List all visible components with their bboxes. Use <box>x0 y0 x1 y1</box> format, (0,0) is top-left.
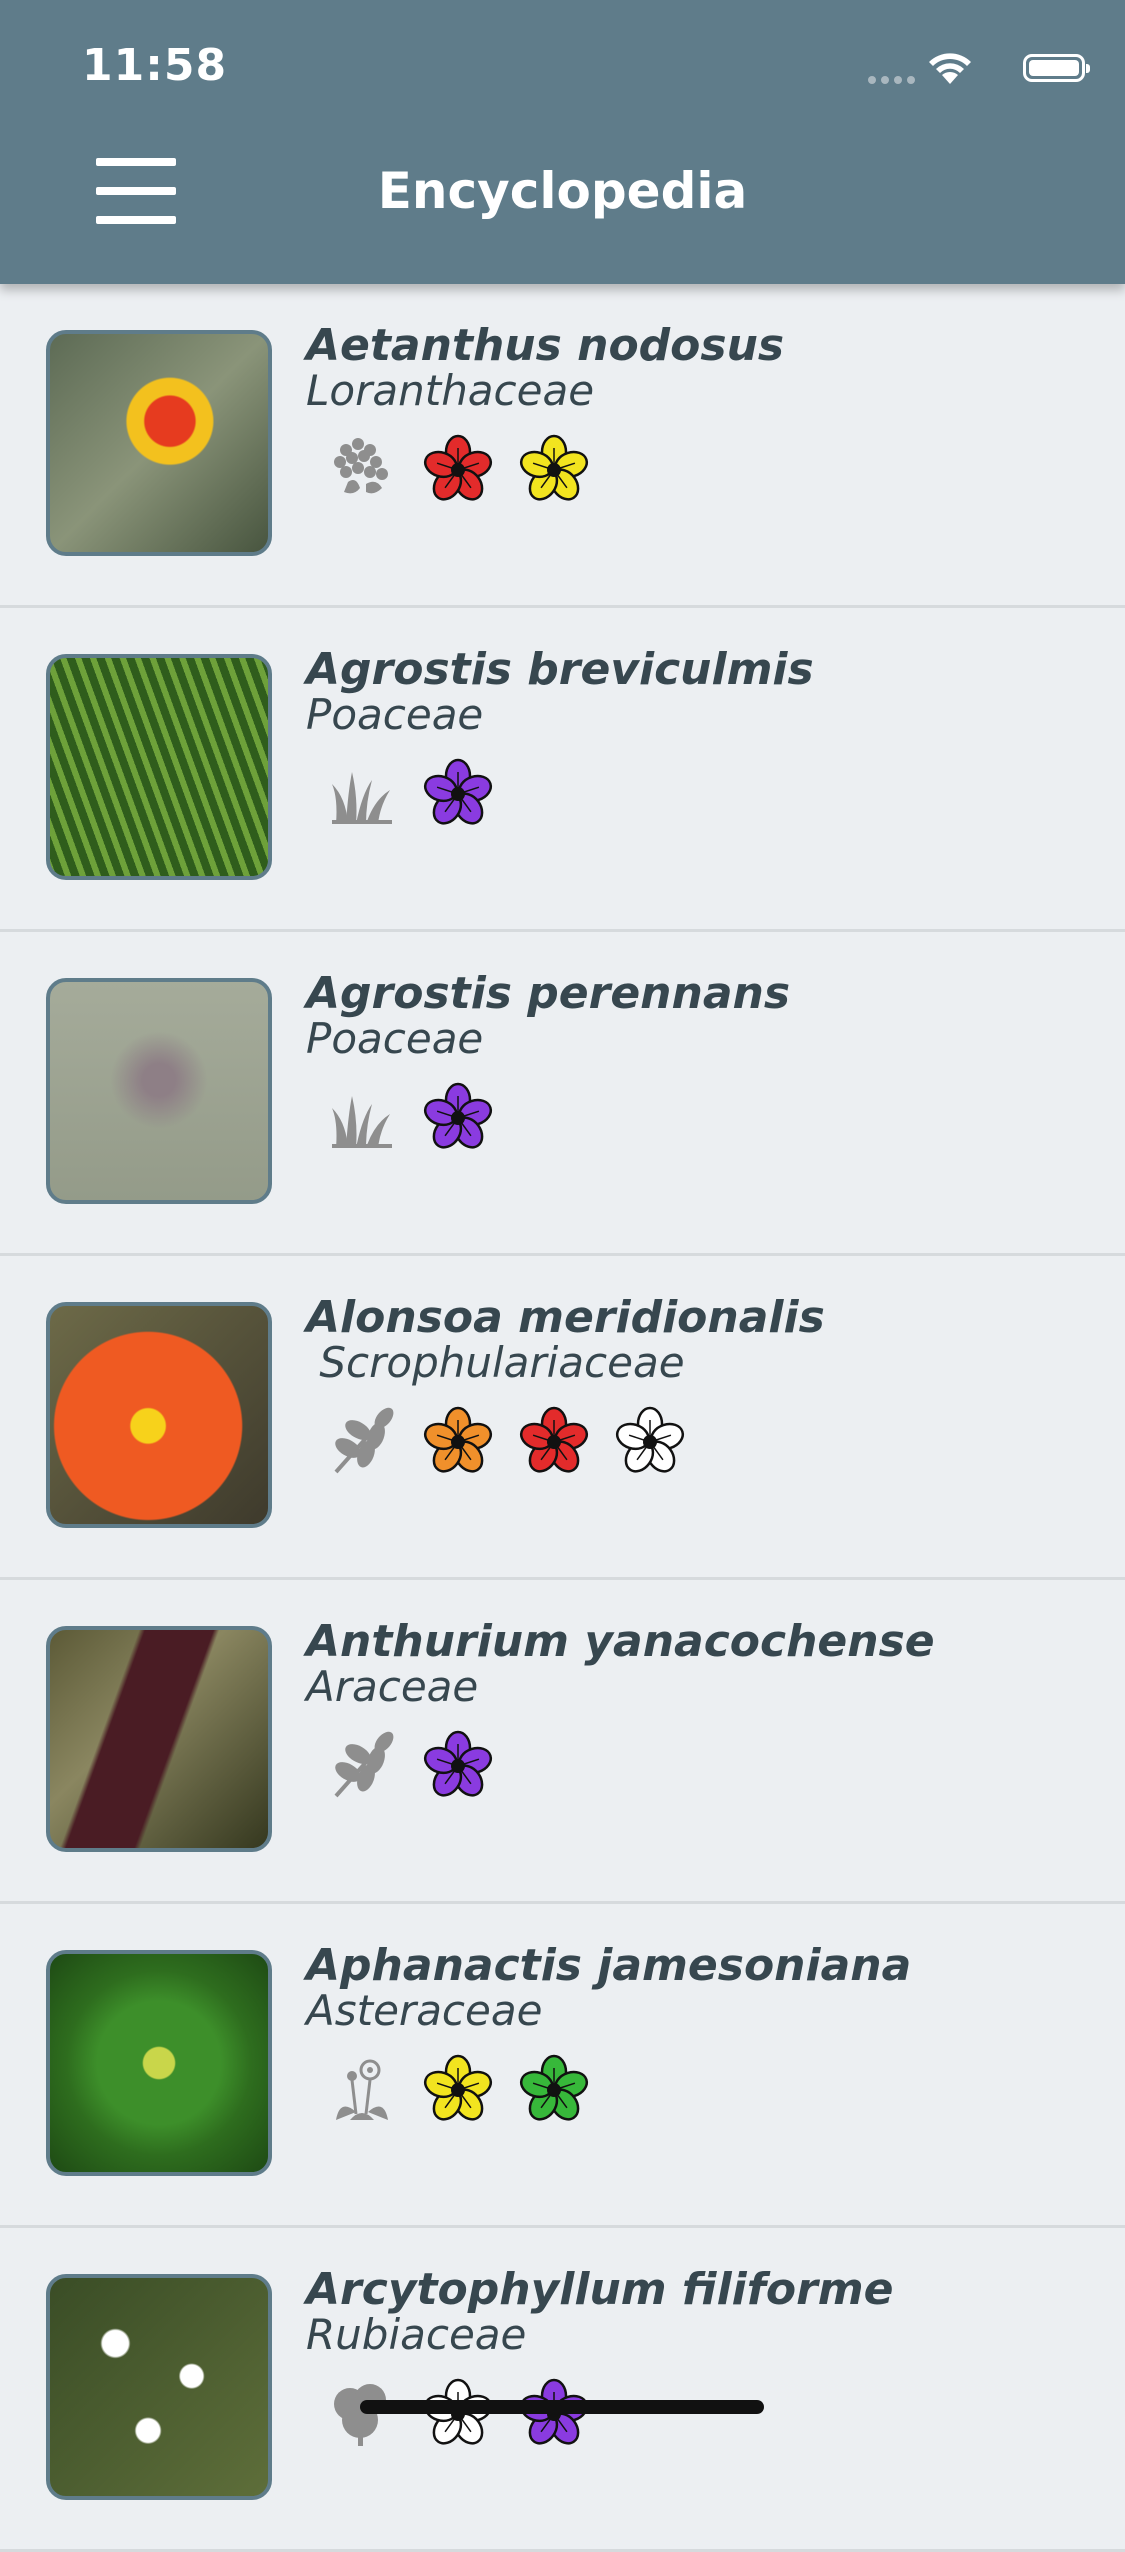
plant-scientific-name: Agrostis perennans <box>306 968 791 1019</box>
plant-list-item[interactable]: Aetanthus nodosus Loranthaceae <box>0 284 1125 608</box>
leaf-branch-icon <box>326 1730 398 1802</box>
plant-thumbnail <box>46 330 272 556</box>
plant-attribute-icons <box>326 434 590 506</box>
plant-family: Asteraceae <box>306 1986 543 2035</box>
plant-thumbnail <box>46 2274 272 2500</box>
white-flower-icon <box>614 1406 686 1478</box>
leaf-branch-icon <box>326 1406 398 1478</box>
plant-scientific-name: Anthurium yanacochense <box>306 1616 935 1667</box>
wifi-icon <box>927 52 973 90</box>
plant-attribute-icons <box>326 1082 494 1154</box>
plant-family: Poaceae <box>306 690 484 739</box>
plant-family: Araceae <box>306 1662 479 1711</box>
plant-attribute-icons <box>326 2054 590 2126</box>
shrub-icon <box>326 2378 398 2450</box>
grass-icon <box>326 758 398 830</box>
status-time: 11:58 <box>82 40 228 91</box>
plant-thumbnail <box>46 1950 272 2176</box>
cellular-signal-icon <box>868 76 915 84</box>
plant-list-item[interactable]: Alonsoa meridionalis Scrophulariaceae <box>0 1256 1125 1580</box>
purple-flower-icon <box>422 1082 494 1154</box>
grass-icon <box>326 1082 398 1154</box>
plant-attribute-icons <box>326 2378 590 2450</box>
plant-family: Loranthaceae <box>306 366 595 415</box>
hydrangea-cluster-icon <box>326 434 398 506</box>
plant-list-item[interactable]: Arcytophyllum filiforme Rubiaceae <box>0 2228 1125 2552</box>
green-flower-icon <box>518 2054 590 2126</box>
battery-icon <box>1023 54 1090 82</box>
plant-thumbnail <box>46 654 272 880</box>
red-flower-icon <box>422 434 494 506</box>
plant-list-item[interactable]: Aphanactis jamesoniana Asteraceae <box>0 1904 1125 2228</box>
plant-list-item[interactable]: Anthurium yanacochense Araceae <box>0 1580 1125 1904</box>
red-flower-icon <box>518 1406 590 1478</box>
plant-scientific-name: Alonsoa meridionalis <box>306 1292 825 1343</box>
plant-list: Aetanthus nodosus Loranthaceae Agrostis b… <box>0 284 1125 2552</box>
purple-flower-icon <box>422 1730 494 1802</box>
orange-flower-icon <box>422 1406 494 1478</box>
plant-thumbnail <box>46 1302 272 1528</box>
yellow-flower-icon <box>422 2054 494 2126</box>
page-title: Encyclopedia <box>377 162 748 220</box>
purple-flower-icon <box>422 758 494 830</box>
plant-scientific-name: Aphanactis jamesoniana <box>306 1940 912 1991</box>
plant-list-item[interactable]: Agrostis perennans Poaceae <box>0 932 1125 1256</box>
status-indicators <box>825 48 1090 90</box>
white-flower-icon <box>422 2378 494 2450</box>
plant-attribute-icons <box>326 758 494 830</box>
rosette-flower-icon <box>326 2054 398 2126</box>
home-indicator <box>360 2400 764 2414</box>
purple-flower-icon <box>518 2378 590 2450</box>
plant-family: Scrophulariaceae <box>306 1338 685 1387</box>
plant-thumbnail <box>46 1626 272 1852</box>
plant-family: Rubiaceae <box>306 2310 527 2359</box>
plant-scientific-name: Arcytophyllum filiforme <box>306 2264 894 2315</box>
app-header: 11:58 Encyclopedia <box>0 0 1125 284</box>
plant-family: Poaceae <box>306 1014 484 1063</box>
plant-attribute-icons <box>326 1730 494 1802</box>
plant-attribute-icons <box>326 1406 686 1478</box>
plant-scientific-name: Aetanthus nodosus <box>306 320 785 371</box>
plant-list-item[interactable]: Agrostis breviculmis Poaceae <box>0 608 1125 932</box>
plant-thumbnail <box>46 978 272 1204</box>
yellow-flower-icon <box>518 434 590 506</box>
plant-scientific-name: Agrostis breviculmis <box>306 644 814 695</box>
